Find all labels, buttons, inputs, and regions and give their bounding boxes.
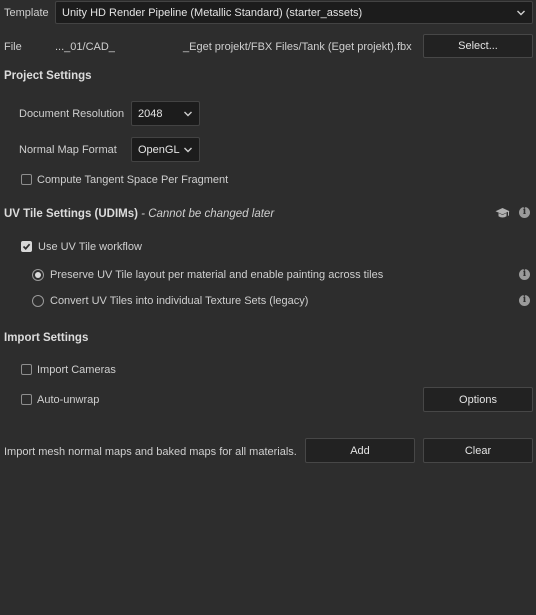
options-button[interactable]: Options <box>423 387 533 412</box>
add-button[interactable]: Add <box>305 438 415 463</box>
project-settings-header: Project Settings <box>4 70 92 82</box>
file-path-end: _Eget projekt/FBX Files/Tank (Eget proje… <box>183 41 412 53</box>
file-label: File <box>4 41 22 53</box>
document-resolution-label: Document Resolution <box>19 108 125 120</box>
preserve-uv-tile-radio[interactable] <box>32 269 44 281</box>
chevron-down-icon <box>184 147 192 152</box>
template-value: Unity HD Render Pipeline (Metallic Stand… <box>62 6 363 19</box>
auto-unwrap-label: Auto-unwrap <box>37 394 100 406</box>
radio-selected-dot <box>35 272 41 278</box>
convert-uv-tile-label: Convert UV Tiles into individual Texture… <box>50 295 309 307</box>
uv-tile-settings-header: UV Tile Settings (UDIMs) - Cannot be cha… <box>4 208 274 220</box>
compute-tangent-label: Compute Tangent Space Per Fragment <box>37 174 229 186</box>
clear-button[interactable]: Clear <box>423 438 533 463</box>
chevron-down-icon <box>184 111 192 116</box>
baked-maps-description: Import mesh normal maps and baked maps f… <box>4 446 297 458</box>
uv-tile-settings-note: - Cannot be changed later <box>137 208 275 220</box>
normal-map-format-dropdown[interactable]: OpenGL <box>131 137 200 162</box>
normal-map-format-label: Normal Map Format <box>19 144 117 156</box>
document-resolution-value: 2048 <box>138 107 163 120</box>
select-file-button[interactable]: Select... <box>423 34 533 58</box>
info-icon[interactable]: i <box>519 269 530 280</box>
import-cameras-checkbox[interactable] <box>21 364 32 375</box>
uv-tile-settings-title: UV Tile Settings (UDIMs) <box>4 208 138 220</box>
import-settings-header: Import Settings <box>4 332 89 344</box>
convert-uv-tile-radio[interactable] <box>32 295 44 307</box>
chevron-down-icon <box>517 10 525 15</box>
checkmark-icon <box>22 243 31 250</box>
use-uv-tile-checkbox[interactable] <box>21 241 32 252</box>
normal-map-format-value: OpenGL <box>138 143 180 156</box>
compute-tangent-checkbox[interactable] <box>21 174 32 185</box>
use-uv-tile-label: Use UV Tile workflow <box>38 241 142 253</box>
info-icon[interactable]: i <box>519 207 530 218</box>
info-icon[interactable]: i <box>519 295 530 306</box>
template-dropdown[interactable]: Unity HD Render Pipeline (Metallic Stand… <box>55 1 533 24</box>
auto-unwrap-checkbox[interactable] <box>21 394 32 405</box>
preserve-uv-tile-label: Preserve UV Tile layout per material and… <box>50 269 384 281</box>
graduation-cap-icon[interactable] <box>495 207 510 220</box>
template-label: Template <box>4 7 49 19</box>
file-path-start: ..._01/CAD_ <box>55 41 115 53</box>
import-cameras-label: Import Cameras <box>37 364 116 376</box>
document-resolution-dropdown[interactable]: 2048 <box>131 101 200 126</box>
